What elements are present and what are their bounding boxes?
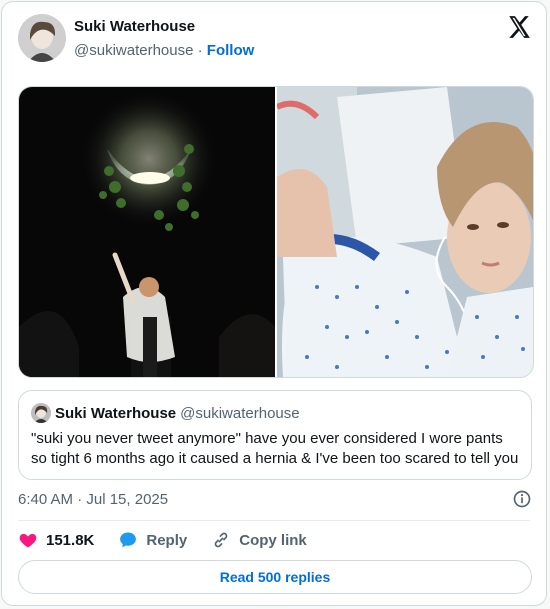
info-icon[interactable] [512, 489, 532, 509]
copy-link-label: Copy link [239, 531, 307, 549]
quoted-author-handle: @sukiwaterhouse [180, 404, 300, 422]
read-replies-button[interactable]: Read 500 replies [18, 560, 532, 594]
reply-button[interactable]: Reply [118, 530, 187, 550]
quoted-author-name: Suki Waterhouse [55, 404, 177, 422]
author-avatar[interactable] [18, 14, 66, 62]
copy-link-button[interactable]: Copy link [211, 530, 307, 550]
tweet-actions: 151.8K Reply Copy link [18, 530, 331, 550]
quoted-tweet[interactable]: Suki Waterhouse @sukiwaterhouse "suki yo… [18, 390, 532, 480]
divider [18, 520, 530, 521]
tweet-media[interactable] [18, 86, 534, 378]
tweet-timestamp[interactable]: 6:40 AM · Jul 15, 2025 [18, 491, 168, 508]
like-button[interactable]: 151.8K [18, 530, 94, 550]
x-logo-icon[interactable] [506, 14, 532, 40]
hospital-photo[interactable] [277, 87, 533, 377]
follow-button[interactable]: Follow [207, 42, 255, 59]
concert-photo[interactable] [19, 87, 275, 377]
like-count: 151.8K [46, 531, 95, 549]
link-icon [214, 532, 228, 548]
author-handle-line: @sukiwaterhouse · Follow [74, 42, 254, 59]
separator: · [197, 42, 203, 59]
tweet-card: Suki Waterhouse @sukiwaterhouse · Follow [1, 1, 547, 606]
reply-label: Reply [146, 531, 188, 549]
heart-icon [19, 533, 37, 548]
quoted-tweet-header: Suki Waterhouse @sukiwaterhouse [31, 403, 519, 423]
quoted-tweet-text: "suki you never tweet anymore" have you … [31, 430, 519, 467]
reply-icon [120, 532, 137, 548]
quoted-avatar [31, 403, 51, 423]
author-name[interactable]: Suki Waterhouse [74, 18, 195, 35]
author-handle[interactable]: @sukiwaterhouse [74, 42, 193, 59]
